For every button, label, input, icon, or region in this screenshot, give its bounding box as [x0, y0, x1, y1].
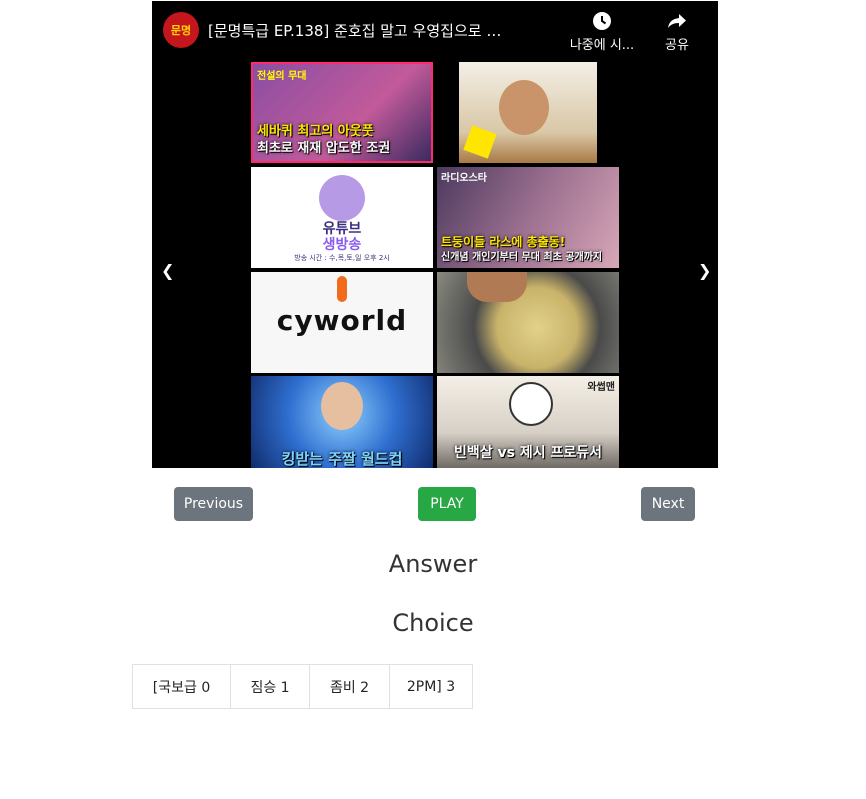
- choice-item[interactable]: [국보급 0: [132, 664, 231, 709]
- thumbnail-badge: 라디오스타: [441, 173, 487, 184]
- person-circle-image: [509, 382, 553, 426]
- person-image: [321, 382, 363, 430]
- previous-button[interactable]: Previous: [174, 487, 253, 521]
- chevron-right-icon[interactable]: ❯: [698, 261, 711, 280]
- watch-later-label: 나중에 시...: [569, 38, 635, 53]
- thumbnail-card[interactable]: 전설의 무대 세바퀴 최고의 아웃풋 최초로 재재 압도한 조권: [251, 62, 433, 163]
- channel-avatar[interactable]: 문명: [163, 12, 199, 48]
- answer-heading: Answer: [388, 550, 478, 578]
- thumbnail-card[interactable]: cyworld: [251, 272, 433, 373]
- thumbnail-caption-sub: 신개념 개인기부터 무대 최초 공개까지: [441, 252, 603, 263]
- video-title[interactable]: [문명특급 EP.138] 준호집 말고 우영집으로 가서...: [208, 20, 508, 41]
- thumbnail-badge: 전설의 무대: [257, 71, 307, 82]
- person-image: [499, 80, 549, 135]
- watch-later-button[interactable]: 나중에 시...: [564, 11, 640, 53]
- thumbnail-card[interactable]: 와썹맨 빈백살 vs 제시 프로듀서: [437, 376, 619, 468]
- thumbnail-badge: 와썹맨: [587, 382, 615, 393]
- hand-image: [467, 272, 527, 302]
- sticker-icon: [463, 125, 497, 159]
- choice-item[interactable]: 좀비 2: [309, 664, 390, 709]
- video-player[interactable]: 문명 [문명특급 EP.138] 준호집 말고 우영집으로 가서... 나중에 …: [152, 1, 718, 468]
- thumbnail-caption-sub: 최초로 재재 압도한 조권: [257, 141, 391, 156]
- thumbnail-caption: 세바퀴 최고의 아웃풋: [257, 124, 374, 139]
- clock-icon: [593, 12, 611, 30]
- thumbnail-caption: 트둥이들 라스에 총출동!: [441, 235, 566, 249]
- next-button[interactable]: Next: [641, 487, 695, 521]
- cyworld-logo-text: cyworld: [276, 304, 408, 337]
- cyworld-figure-icon: [337, 276, 347, 302]
- thumbnail-card[interactable]: 킹받는 주짤 월드컵: [251, 376, 433, 468]
- play-button[interactable]: PLAY: [418, 487, 476, 521]
- choice-list: [국보급 0 짐승 1 좀비 2 2PM] 3: [132, 664, 473, 709]
- thumbnail-card[interactable]: 유튜브 생방송 방송 시간 : 수,목,토,일 오후 2시: [251, 167, 433, 268]
- thumbnail-card[interactable]: [459, 62, 597, 163]
- share-icon: [668, 14, 686, 28]
- choice-heading: Choice: [392, 609, 474, 637]
- thumbnail-caption: 빈백살 vs 제시 프로듀서: [453, 445, 602, 461]
- chevron-left-icon[interactable]: ❮: [161, 261, 174, 280]
- thumbnail-caption-sub: 생방송: [322, 237, 362, 253]
- share-button[interactable]: 공유: [655, 11, 699, 53]
- thumbnail-badge: 방송 시간 : 수,목,토,일 오후 2시: [294, 254, 390, 262]
- avatar-illustration: [319, 175, 365, 221]
- thumbnail-card[interactable]: [437, 272, 619, 373]
- choice-item[interactable]: 2PM] 3: [389, 664, 473, 709]
- choice-item[interactable]: 짐승 1: [230, 664, 310, 709]
- share-label: 공유: [665, 38, 689, 53]
- thumbnail-caption: 유튜브: [322, 221, 362, 237]
- thumbnail-caption: 킹받는 주짤 월드컵: [281, 450, 403, 468]
- thumbnail-card[interactable]: 라디오스타 트둥이들 라스에 총출동! 신개념 개인기부터 무대 최초 공개까지: [437, 167, 619, 268]
